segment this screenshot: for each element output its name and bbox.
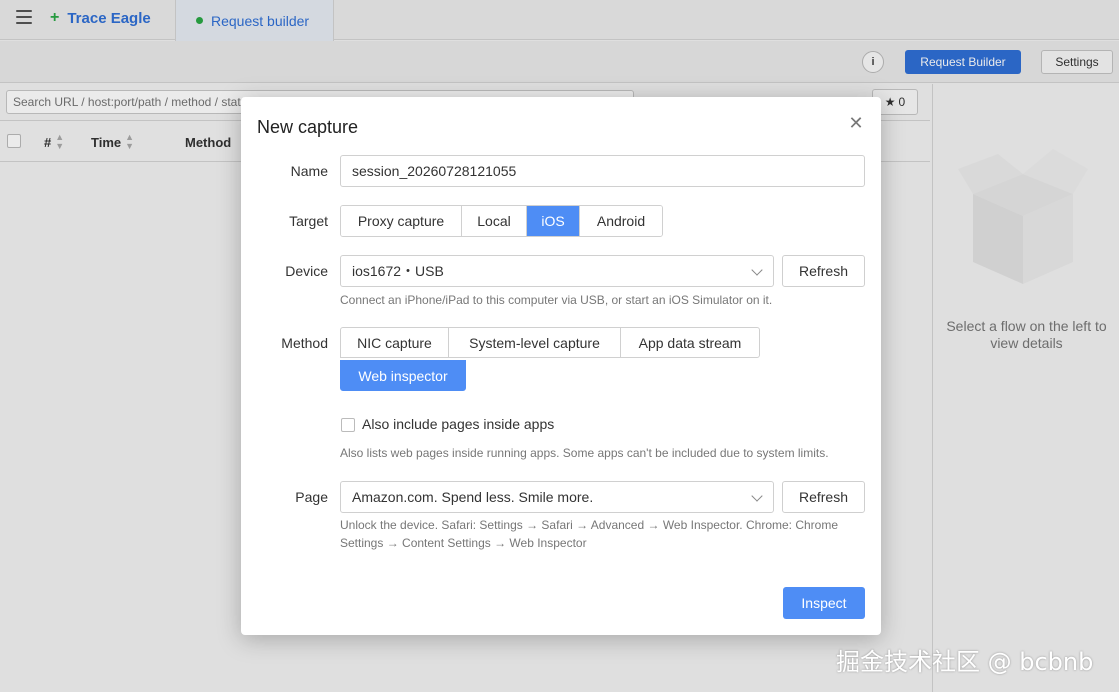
target-android[interactable]: Android [580, 206, 662, 236]
target-segmented: Proxy capture Local iOS Android [340, 205, 663, 237]
device-hint: Connect an iPhone/iPad to this computer … [340, 293, 773, 307]
method-label: Method [281, 335, 328, 351]
method-web-inspector[interactable]: Web inspector [340, 360, 466, 391]
name-input[interactable] [340, 155, 865, 187]
close-icon[interactable]: ✕ [847, 113, 865, 133]
page-refresh-button[interactable]: Refresh [782, 481, 865, 513]
target-local[interactable]: Local [462, 206, 527, 236]
name-label: Name [290, 163, 328, 179]
target-label: Target [289, 213, 328, 229]
method-segmented: NIC capture System-level capture App dat… [340, 327, 761, 391]
device-label: Device [285, 263, 328, 279]
device-value: ios1672・USB [352, 263, 444, 279]
method-app-data-stream[interactable]: App data stream [620, 327, 760, 358]
device-select[interactable]: ios1672・USB [340, 255, 774, 287]
watermark: 掘金技术社区 @ bcbnb [836, 648, 1094, 676]
page-label: Page [295, 489, 328, 505]
method-nic-capture[interactable]: NIC capture [340, 327, 449, 358]
target-ios[interactable]: iOS [527, 206, 580, 236]
new-capture-dialog: New capture ✕ Name Target Proxy capture … [241, 97, 881, 635]
include-apps-hint: Also lists web pages inside running apps… [340, 446, 829, 460]
page-select[interactable]: Amazon.com. Spend less. Smile more. [340, 481, 774, 513]
method-system-level-capture[interactable]: System-level capture [448, 327, 621, 358]
page-hint-line-1: Unlock the device. Safari: Settings → Sa… [340, 518, 839, 532]
include-apps-checkbox[interactable] [341, 418, 355, 432]
chevron-down-icon [751, 264, 763, 276]
target-proxy-capture[interactable]: Proxy capture [341, 206, 462, 236]
device-refresh-button[interactable]: Refresh [782, 255, 865, 287]
page-value: Amazon.com. Spend less. Smile more. [352, 489, 594, 505]
chevron-down-icon [751, 490, 763, 502]
inspect-button[interactable]: Inspect [783, 587, 865, 619]
dialog-title: New capture [257, 117, 359, 137]
include-apps-label[interactable]: Also include pages inside apps [362, 416, 554, 432]
page-hint-line-2: Settings → Content Settings → Web Inspec… [340, 536, 587, 550]
